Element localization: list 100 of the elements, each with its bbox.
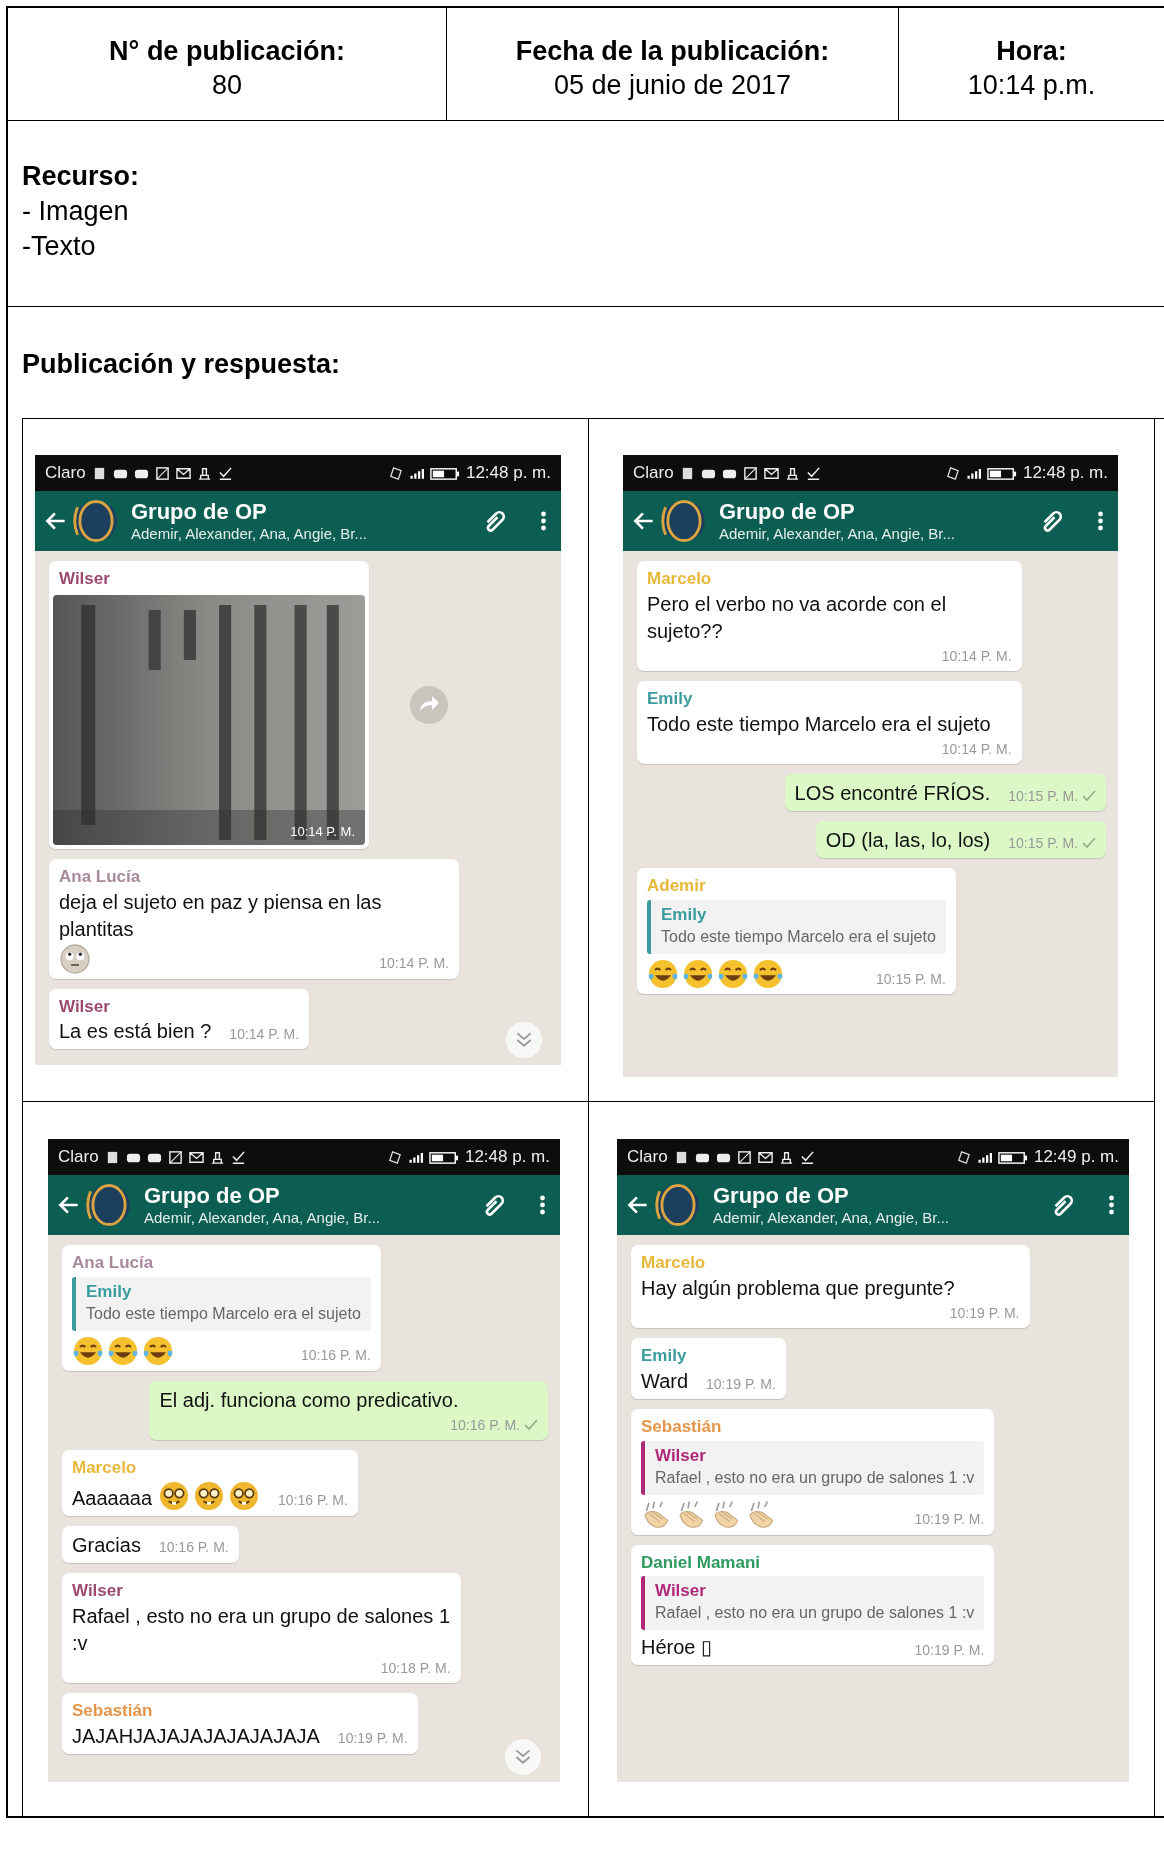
sender-name: Wilser: [72, 1579, 124, 1602]
quoted-sender: Emily: [661, 904, 708, 927]
quoted-message[interactable]: Wilser Rafael , esto no era un grupo de salones 1 :v: [641, 1440, 985, 1495]
download-done-icon: [230, 1149, 246, 1165]
message-time: 10:18 P. M.: [380, 1658, 451, 1678]
resource-item: -Texto: [22, 230, 97, 264]
field-label: Hora:: [996, 35, 1067, 69]
message-text: Rafael , esto no era un grupo de salones 1 :v: [72, 1603, 451, 1656]
message-time: 10:19 P. M.: [914, 1510, 985, 1530]
chat-message[interactable]: OD (la, las, lo, los) 10:15 P. M.: [815, 821, 1106, 859]
group-avatar-icon[interactable]: [661, 498, 707, 545]
message-time: 10:14 P. M.: [290, 823, 355, 839]
message-text: Héroe ▯: [641, 1635, 713, 1661]
nerd-face-icon: [228, 1479, 261, 1512]
image-icon: [736, 1149, 752, 1165]
laughing-face-icon: [682, 957, 714, 990]
chat-title[interactable]: Grupo de OP: [131, 498, 476, 524]
laughing-face-icon: [72, 1334, 104, 1367]
message-time: 10:15 P. M.: [1008, 834, 1078, 854]
group-avatar-icon[interactable]: [73, 498, 119, 545]
field-label: Fecha de la publicación:: [515, 35, 830, 69]
chat-message[interactable]: Sebastián JAJAHJAJAJAJAJAJAJAJA 10:19 P. M.: [62, 1692, 418, 1754]
message-time: 10:19 P. M.: [337, 1729, 408, 1749]
chat-message[interactable]: Wilser Rafael , esto no era un grupo de salones 1 :v 10:18 P. M.: [62, 1572, 461, 1683]
chat-title[interactable]: Grupo de OP: [144, 1182, 475, 1208]
sender-name: Sebastián: [72, 1699, 154, 1722]
sent-check-icon: [524, 1418, 538, 1431]
image-message[interactable]: Wilser 10:14 P. M.: [49, 561, 369, 849]
section-title: Publicación y respuesta:: [22, 348, 342, 381]
quoted-message[interactable]: Emily Todo este tiempo Marcelo era el sujeto: [72, 1276, 371, 1331]
message-text: Pero el verbo no va acorde con el sujeto??: [647, 591, 948, 644]
chat-message[interactable]: El adj. funciona como predicativo. 10:16 P. M.: [149, 1380, 548, 1440]
message-time: 10:16 P. M.: [278, 1491, 348, 1511]
chat-message[interactable]: Marcelo Hay algún problema que pregunte? 10:19 P. M.: [631, 1245, 1030, 1329]
sender-name: Marcelo: [72, 1456, 138, 1479]
quoted-text: Rafael , esto no era un grupo de salones 1 :v: [655, 1467, 975, 1488]
chat-message[interactable]: Emily Ward 10:19 P. M.: [631, 1338, 786, 1400]
download-done-icon: [805, 465, 821, 481]
sent-check-icon: [1082, 837, 1096, 850]
chat-message[interactable]: Daniel Mamani Wilser Rafael , esto no era un grupo de salones 1 :v Héroe ▯ 10:19 P. M.: [631, 1544, 995, 1666]
chat-message[interactable]: Ademir Emily Todo este tiempo Marcelo era el sujeto 10:15 P. M.: [637, 868, 956, 994]
chat-message[interactable]: Ana Lucía Emily Todo este tiempo Marcelo era el sujeto 10:16 P. M.: [62, 1245, 381, 1371]
sent-check-icon: [1082, 790, 1096, 803]
quoted-sender: Emily: [86, 1280, 133, 1303]
field-value: 10:14 p.m.: [967, 69, 1096, 102]
field-value: 80: [211, 69, 242, 102]
laughing-face-icon: [717, 957, 749, 990]
vibrate-icon: [944, 465, 960, 481]
chat-title[interactable]: Grupo de OP: [719, 498, 1033, 524]
nerd-face-icon: [158, 1479, 191, 1512]
sender-name: Daniel Mamani: [641, 1551, 762, 1574]
vibrate-icon: [386, 1149, 402, 1165]
resource-item: - Imagen: [22, 195, 130, 229]
group-avatar-icon[interactable]: [655, 1182, 701, 1229]
message-text: LOS encontré FRÍOS.: [794, 781, 991, 807]
clock-time: 12:48 p. m.: [464, 1147, 550, 1168]
image-icon: [154, 465, 170, 481]
message-time: 10:16 P. M.: [158, 1538, 229, 1558]
mail-icon: [757, 1149, 773, 1165]
chat-title[interactable]: Grupo de OP: [713, 1182, 1044, 1208]
quoted-text: Todo este tiempo Marcelo era el sujeto: [86, 1304, 361, 1324]
carrier-name: Claro: [58, 1147, 99, 1168]
stamp-icon: [784, 465, 800, 481]
chat-members: Ademir, Alexander, Ana, Angie, Br...: [144, 1208, 381, 1228]
stamp-icon: [209, 1149, 225, 1165]
chat-message[interactable]: Marcelo Pero el verbo no va acorde con el sujeto?? 10:14 P. M.: [637, 561, 1022, 672]
message-text: Hay algún problema que pregunte?: [641, 1275, 955, 1301]
message-time: 10:14 P. M.: [941, 740, 1012, 760]
message-text: deja el sujeto en paz y piensa en las plantitas: [59, 889, 383, 942]
chat-message[interactable]: Marcelo Aaaaaaa 10:16 P. M.: [62, 1449, 358, 1516]
vibrate-icon: [955, 1149, 971, 1165]
message-time: 10:14 P. M.: [379, 954, 449, 974]
sender-name: Emily: [647, 688, 694, 711]
field-value: 05 de junio de 2017: [553, 69, 792, 102]
message-text: OD (la, las, lo, los): [825, 828, 991, 854]
download-done-icon: [217, 465, 233, 481]
carrier-name: Claro: [633, 463, 674, 484]
chat-message[interactable]: Wilser La es está bien ? 10:14 P. M.: [49, 988, 310, 1050]
chat-message[interactable]: Ana Lucía deja el sujeto en paz y piensa en las plantitas 10:14 P. M.: [49, 858, 459, 979]
message-time: 10:15 P. M.: [1008, 787, 1078, 807]
stamp-icon: [778, 1149, 794, 1165]
sender-name: Ana Lucía: [59, 865, 142, 888]
chat-message[interactable]: Gracias 10:16 P. M.: [62, 1525, 239, 1563]
carrier-name: Claro: [627, 1147, 668, 1168]
download-done-icon: [799, 1149, 815, 1165]
message-time: 10:19 P. M.: [914, 1640, 985, 1660]
quoted-message[interactable]: Wilser Rafael , esto no era un grupo de salones 1 :v: [641, 1576, 985, 1631]
quoted-text: Todo este tiempo Marcelo era el sujeto: [661, 927, 936, 948]
group-avatar-icon[interactable]: [86, 1182, 132, 1229]
carrier-name: Claro: [45, 463, 86, 484]
message-text: El adj. funciona como predicativo.: [159, 1387, 459, 1413]
quoted-sender: Wilser: [655, 1444, 707, 1467]
chat-message[interactable]: LOS encontré FRÍOS. 10:15 P. M.: [784, 774, 1106, 812]
sender-name: Marcelo: [641, 1252, 707, 1275]
nerd-face-icon: [193, 1479, 226, 1512]
battery-icon: [997, 1149, 1028, 1165]
quoted-message[interactable]: Emily Todo este tiempo Marcelo era el sujeto: [647, 900, 946, 954]
chat-message[interactable]: Emily Todo este tiempo Marcelo era el sujeto 10:14 P. M.: [637, 681, 1022, 765]
chat-message[interactable]: Sebastián Wilser Rafael , esto no era un grupo de salones 1 :v 10:19 P. M.: [631, 1409, 995, 1535]
sender-name: Ademir: [647, 875, 707, 898]
